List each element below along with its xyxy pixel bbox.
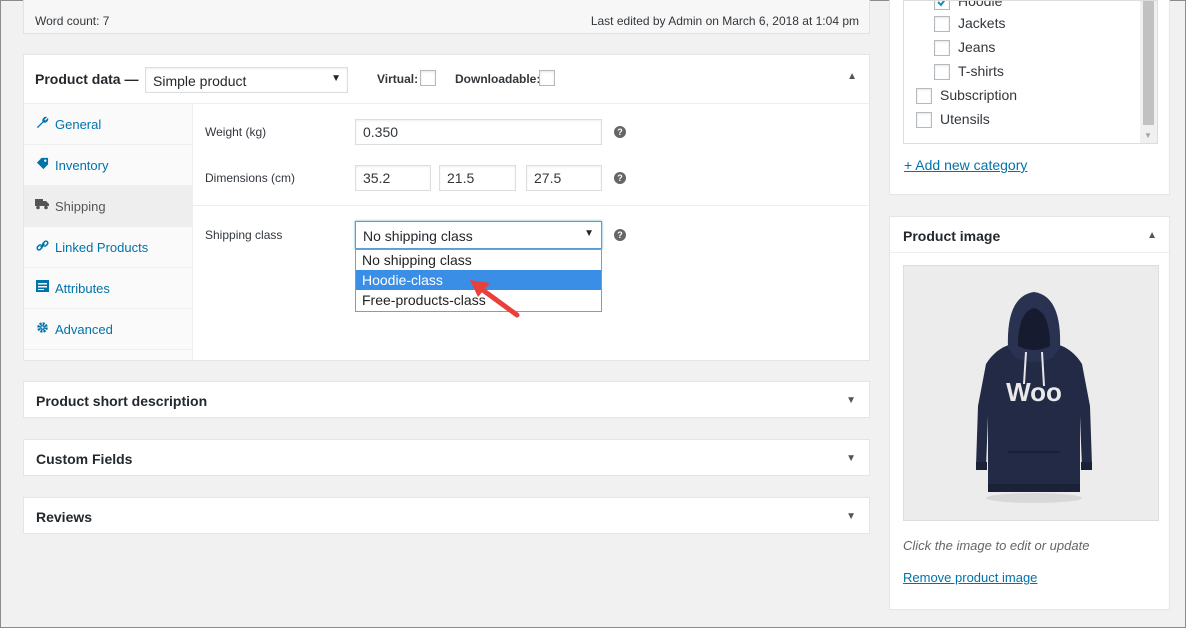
chevron-down-icon[interactable]: ▼	[846, 395, 856, 406]
category-label: Jeans	[958, 39, 996, 55]
word-count: Word count: 7	[35, 14, 110, 28]
image-caption: Click the image to edit or update	[903, 538, 1090, 553]
editor-status-bar: Word count: 7 Last edited by Admin on Ma…	[23, 0, 870, 34]
link-icon	[35, 239, 49, 253]
product-data-panel: Product data — Simple product ▼ Virtual:…	[23, 54, 870, 361]
category-item[interactable]: Utensils	[916, 111, 990, 129]
product-image[interactable]: Woo	[903, 265, 1159, 521]
tag-icon	[35, 157, 49, 171]
tab-label: Attributes	[55, 281, 110, 296]
scrollbar[interactable]: ▼	[1140, 1, 1157, 143]
chevron-down-icon: ▼	[331, 73, 341, 84]
tab-label: General	[55, 117, 102, 132]
tab-shipping[interactable]: Shipping	[24, 186, 193, 227]
width-input[interactable]	[439, 165, 516, 191]
category-item[interactable]: Jackets	[934, 15, 1006, 33]
category-checkbox[interactable]	[916, 88, 932, 105]
virtual-label: Virtual:	[377, 72, 419, 86]
scroll-down-arrow-icon[interactable]: ▼	[1144, 131, 1152, 140]
hoodie-image: Woo	[976, 292, 1092, 503]
dimensions-label: Dimensions (cm)	[205, 171, 296, 185]
tab-inventory[interactable]: Inventory	[24, 145, 193, 186]
category-label: T-shirts	[958, 63, 1004, 79]
product-categories-box: Hoodie Jackets Jeans T-shirts Subscripti…	[889, 0, 1170, 195]
chevron-down-icon[interactable]: ▼	[846, 453, 856, 464]
help-icon[interactable]: ?	[614, 172, 626, 184]
virtual-checkbox[interactable]	[420, 70, 436, 86]
panel-title: Custom Fields	[36, 451, 133, 467]
category-item[interactable]: Subscription	[916, 87, 1018, 105]
downloadable-checkbox[interactable]	[539, 70, 555, 86]
divider	[890, 252, 1169, 253]
weight-input[interactable]	[355, 119, 602, 145]
tab-attributes[interactable]: Attributes	[24, 268, 193, 309]
short-description-panel[interactable]: Product short description ▼	[23, 381, 870, 418]
tab-general[interactable]: General	[24, 104, 193, 145]
hoodie-logo-text: Woo	[1006, 377, 1062, 407]
category-checkbox[interactable]	[934, 64, 950, 81]
category-label: Jackets	[958, 15, 1006, 31]
height-input[interactable]	[526, 165, 602, 191]
panel-title: Product short description	[36, 393, 208, 409]
shipping-class-select[interactable]: No shipping class ▼	[355, 221, 602, 249]
tab-label: Advanced	[55, 322, 113, 337]
tab-label: Linked Products	[55, 240, 149, 255]
product-image-box: Product image ▲ Woo Click the image to e…	[889, 216, 1170, 610]
collapse-toggle-icon[interactable]: ▲	[1147, 230, 1157, 241]
truck-icon	[35, 198, 49, 212]
category-checkbox[interactable]	[934, 40, 950, 57]
shipping-class-label: Shipping class	[205, 228, 283, 242]
collapse-toggle-icon[interactable]: ▲	[847, 71, 857, 82]
dropdown-option[interactable]: No shipping class	[356, 250, 601, 270]
downloadable-label: Downloadable:	[455, 72, 541, 86]
length-input[interactable]	[355, 165, 431, 191]
category-item[interactable]: T-shirts	[934, 63, 1004, 81]
wrench-icon	[35, 116, 49, 130]
shipping-class-value: No shipping class	[363, 228, 473, 244]
category-item[interactable]: Jeans	[934, 39, 996, 57]
category-checkbox[interactable]	[934, 16, 950, 33]
category-checkbox[interactable]	[934, 1, 950, 11]
help-icon[interactable]: ?	[614, 126, 626, 138]
product-type-value: Simple product	[153, 73, 247, 89]
tab-label: Inventory	[55, 158, 109, 173]
scrollbar-thumb[interactable]	[1143, 1, 1154, 125]
category-label: Utensils	[940, 111, 990, 127]
tab-label: Shipping	[55, 199, 106, 214]
product-data-title: Product data —	[35, 71, 139, 87]
tab-advanced[interactable]: Advanced	[24, 309, 193, 350]
last-edited: Last edited by Admin on March 6, 2018 at…	[590, 14, 859, 28]
tab-linked-products[interactable]: Linked Products	[24, 227, 193, 268]
add-new-category-link[interactable]: + Add new category	[904, 157, 1027, 173]
category-label: Subscription	[940, 87, 1018, 103]
product-type-select[interactable]: Simple product ▼	[145, 67, 348, 93]
product-data-tabs: General Inventory Shipping Linked Produc…	[24, 104, 193, 360]
product-data-header: Product data — Simple product ▼ Virtual:…	[24, 55, 869, 104]
gear-icon	[35, 321, 49, 335]
category-checklist: Hoodie Jackets Jeans T-shirts Subscripti…	[903, 0, 1158, 144]
category-checkbox[interactable]	[916, 112, 932, 129]
chevron-down-icon: ▼	[584, 228, 594, 239]
custom-fields-panel[interactable]: Custom Fields ▼	[23, 439, 870, 476]
chevron-down-icon[interactable]: ▼	[846, 511, 856, 522]
checkmark-icon	[937, 1, 946, 7]
remove-product-image-link[interactable]: Remove product image	[903, 570, 1037, 585]
category-label: Hoodie	[958, 0, 1003, 9]
category-item[interactable]: Hoodie	[934, 0, 1003, 11]
weight-label: Weight (kg)	[205, 125, 267, 139]
divider	[193, 205, 869, 206]
panel-title: Reviews	[36, 509, 93, 525]
help-icon[interactable]: ?	[614, 229, 626, 241]
annotation-arrow-icon	[470, 280, 520, 318]
reviews-panel[interactable]: Reviews ▼	[23, 497, 870, 534]
product-image-title: Product image	[903, 228, 1001, 244]
list-icon	[35, 280, 49, 294]
